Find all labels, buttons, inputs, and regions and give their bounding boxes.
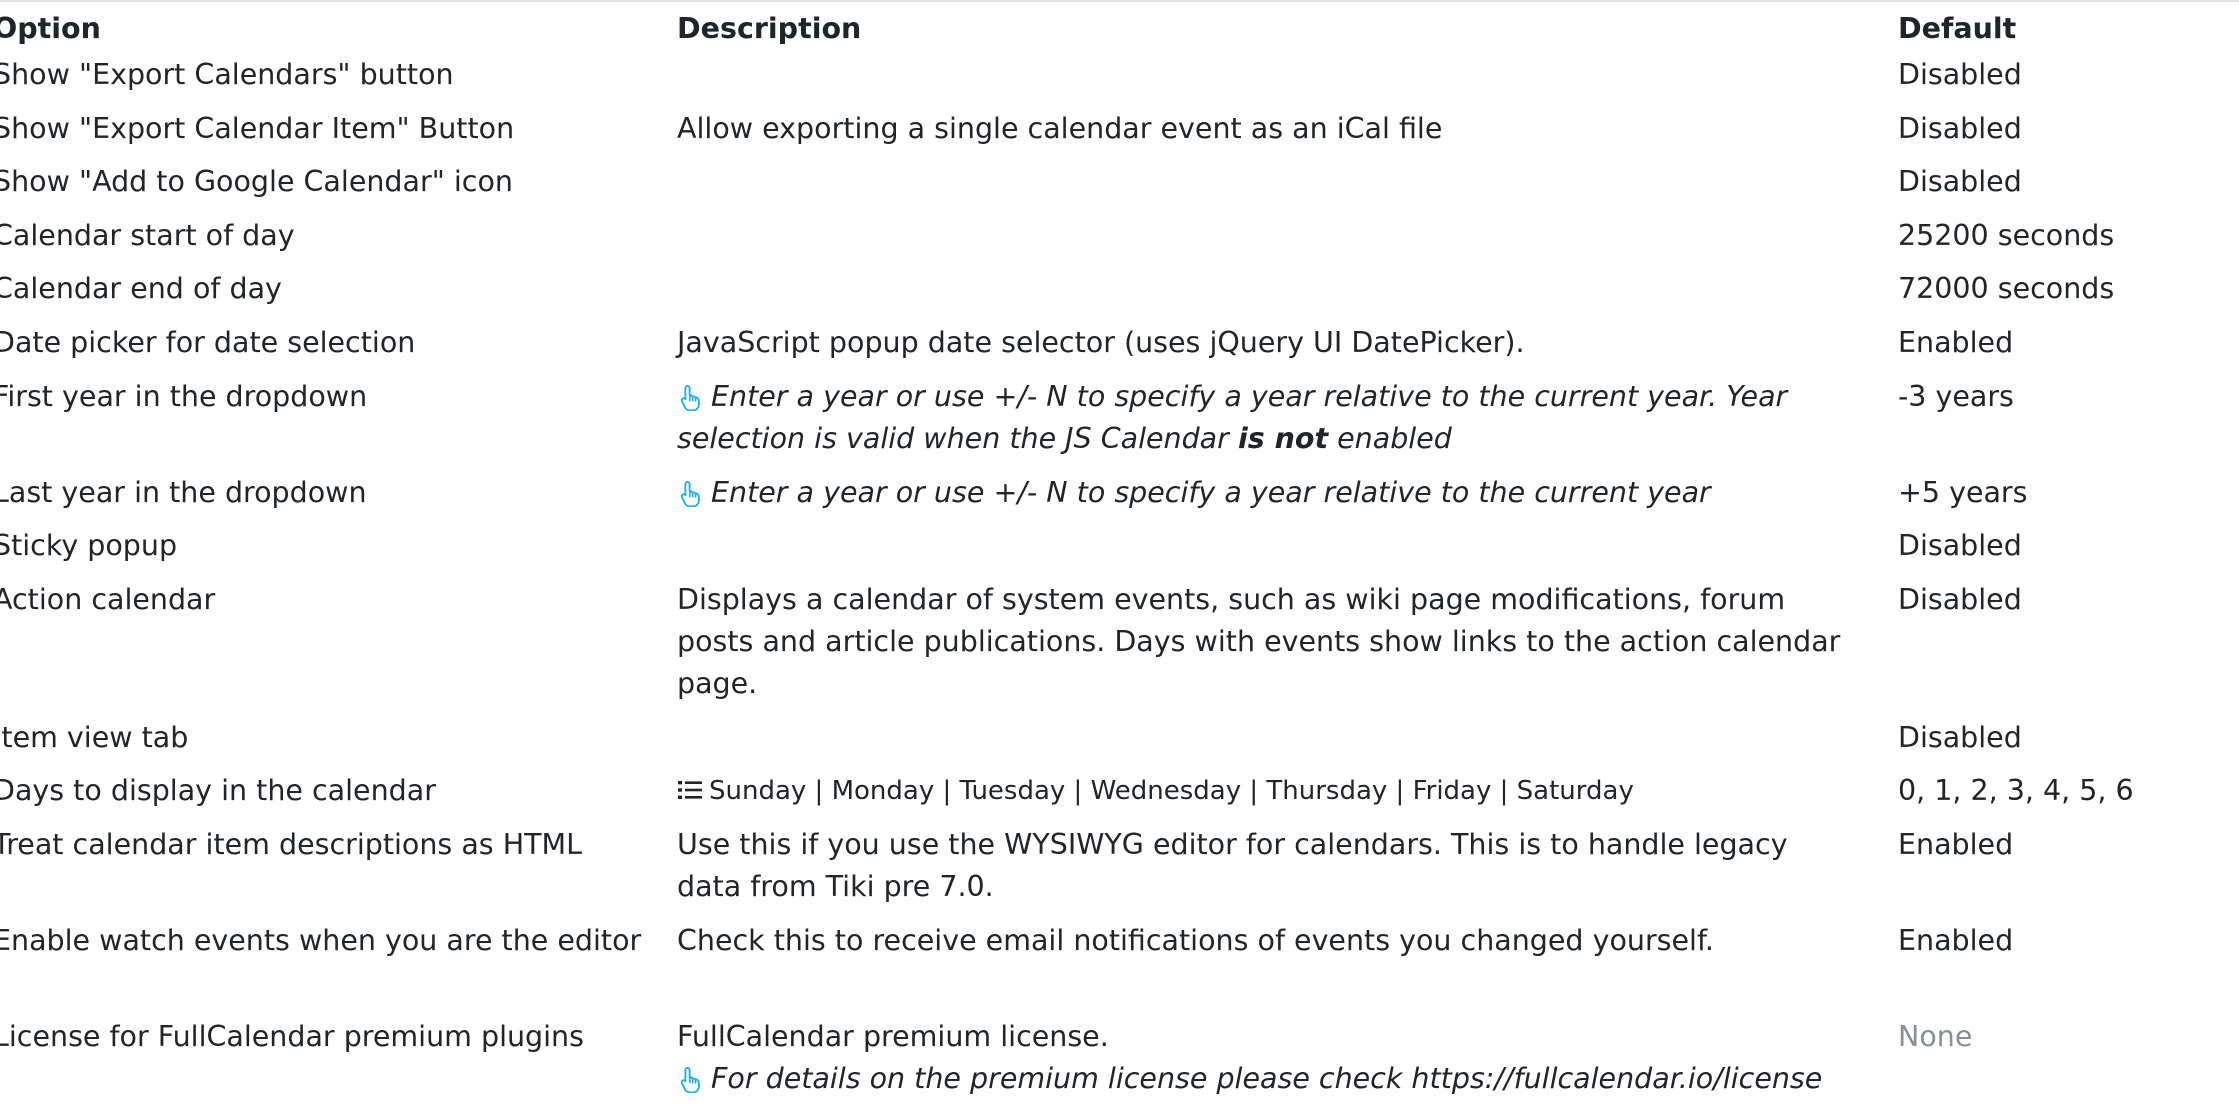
option-default: Disabled (1898, 529, 2022, 563)
option-label: Days to display in the calendar (0, 774, 436, 808)
option-default: -3 years (1898, 379, 2014, 413)
option-default: 0, 1, 2, 3, 4, 5, 6 (1898, 774, 2134, 808)
table-row: Last year in the dropdown Enter a year o… (0, 472, 2239, 526)
table-row: Show "Export Calendars" button Disabled (0, 54, 2239, 108)
option-hint: Enter a year or use +/- N to specify a y… (670, 376, 1898, 460)
table-row: Sticky popup Disabled (0, 525, 2239, 579)
option-default: 25200 seconds (1898, 218, 2115, 252)
hand-pointer-icon (677, 477, 705, 507)
table-header-row: Option Description Default (0, 6, 2239, 54)
column-header-default: Default (1898, 12, 2017, 45)
days-list-text: Sunday | Monday | Tuesday | Wednesday | … (709, 776, 1634, 807)
option-description-block: FullCalendar premium license. For detail… (670, 1016, 1898, 1100)
option-label: Enable watch events when you are the edi… (0, 923, 642, 957)
table-top-border (0, 0, 2239, 2)
list-icon (677, 772, 703, 800)
hint-text-end: enabled (1328, 421, 1452, 455)
option-description: JavaScript popup date selector (uses jQu… (677, 325, 1525, 359)
table-row: Treat calendar item descriptions as HTML… (0, 824, 2239, 920)
hint-text: Enter a year or use +/- N to specify a y… (711, 475, 1711, 509)
option-default: 72000 seconds (1898, 272, 2115, 306)
table-row: First year in the dropdown Enter a year … (0, 376, 2239, 472)
table-row: Days to display in the calendar Sunday |… (0, 770, 2239, 824)
option-default: Enabled (1898, 827, 2014, 861)
preferences-table: Option Description Default Show "Export … (0, 6, 2239, 1116)
option-default: Disabled (1898, 165, 2022, 199)
option-default: Enabled (1898, 923, 2014, 957)
option-description: Use this if you use the WYSIWYG editor f… (677, 827, 1788, 903)
option-label: Sticky popup (0, 529, 178, 563)
option-label: Treat calendar item descriptions as HTML (0, 827, 583, 861)
option-label: First year in the dropdown (0, 379, 368, 413)
option-default: None (1898, 1019, 1973, 1053)
option-label: Item view tab (0, 720, 189, 754)
option-default: Disabled (1898, 720, 2022, 754)
column-header-description: Description (677, 12, 862, 45)
option-label: Date picker for date selection (0, 325, 416, 359)
hint-emphasis: is not (1237, 421, 1329, 455)
option-label: Action calendar (0, 582, 216, 616)
table-row: Calendar end of day 72000 seconds (0, 268, 2239, 322)
option-default: Disabled (1898, 582, 2022, 616)
option-label: License for FullCalendar premium plugins (0, 1019, 584, 1053)
hand-pointer-icon (677, 381, 705, 411)
hand-pointer-icon (677, 1063, 705, 1094)
option-description: Displays a calendar of system events, su… (677, 582, 1841, 700)
column-header-option: Option (0, 12, 101, 45)
hint-text: For details on the premium license pleas… (711, 1061, 1823, 1095)
option-default: Enabled (1898, 325, 2014, 359)
option-label: Show "Export Calendars" button (0, 58, 454, 91)
option-label: Show "Add to Google Calendar" icon (0, 165, 513, 199)
option-description: Sunday | Monday | Tuesday | Wednesday | … (670, 770, 1898, 812)
option-label: Calendar end of day (0, 272, 282, 306)
table-row: Enable watch events when you are the edi… (0, 920, 2239, 1016)
option-description: Allow exporting a single calendar event … (677, 111, 1443, 145)
option-default: +5 years (1898, 475, 2028, 509)
table-row: Show "Export Calendar Item" Button Allow… (0, 108, 2239, 162)
table-row: License for FullCalendar premium plugins… (0, 1016, 2239, 1116)
option-hint: Enter a year or use +/- N to specify a y… (670, 472, 1898, 514)
option-description: FullCalendar premium license. (677, 1019, 1109, 1053)
table-row: Show "Add to Google Calendar" icon Disab… (0, 161, 2239, 215)
option-default: Disabled (1898, 58, 2022, 91)
option-label: Last year in the dropdown (0, 475, 367, 509)
table-row: Action calendar Displays a calendar of s… (0, 579, 2239, 717)
option-label: Show "Export Calendar Item" Button (0, 111, 515, 145)
hint-text: Enter a year or use +/- N to specify a y… (677, 379, 1788, 455)
option-default: Disabled (1898, 111, 2022, 145)
option-description: Check this to receive email notification… (677, 923, 1714, 957)
table-row: Calendar start of day 25200 seconds (0, 215, 2239, 269)
table-row: Date picker for date selection JavaScrip… (0, 322, 2239, 376)
table-row: Item view tab Disabled (0, 717, 2239, 771)
option-label: Calendar start of day (0, 218, 295, 252)
option-hint: For details on the premium license pleas… (677, 1058, 1858, 1100)
